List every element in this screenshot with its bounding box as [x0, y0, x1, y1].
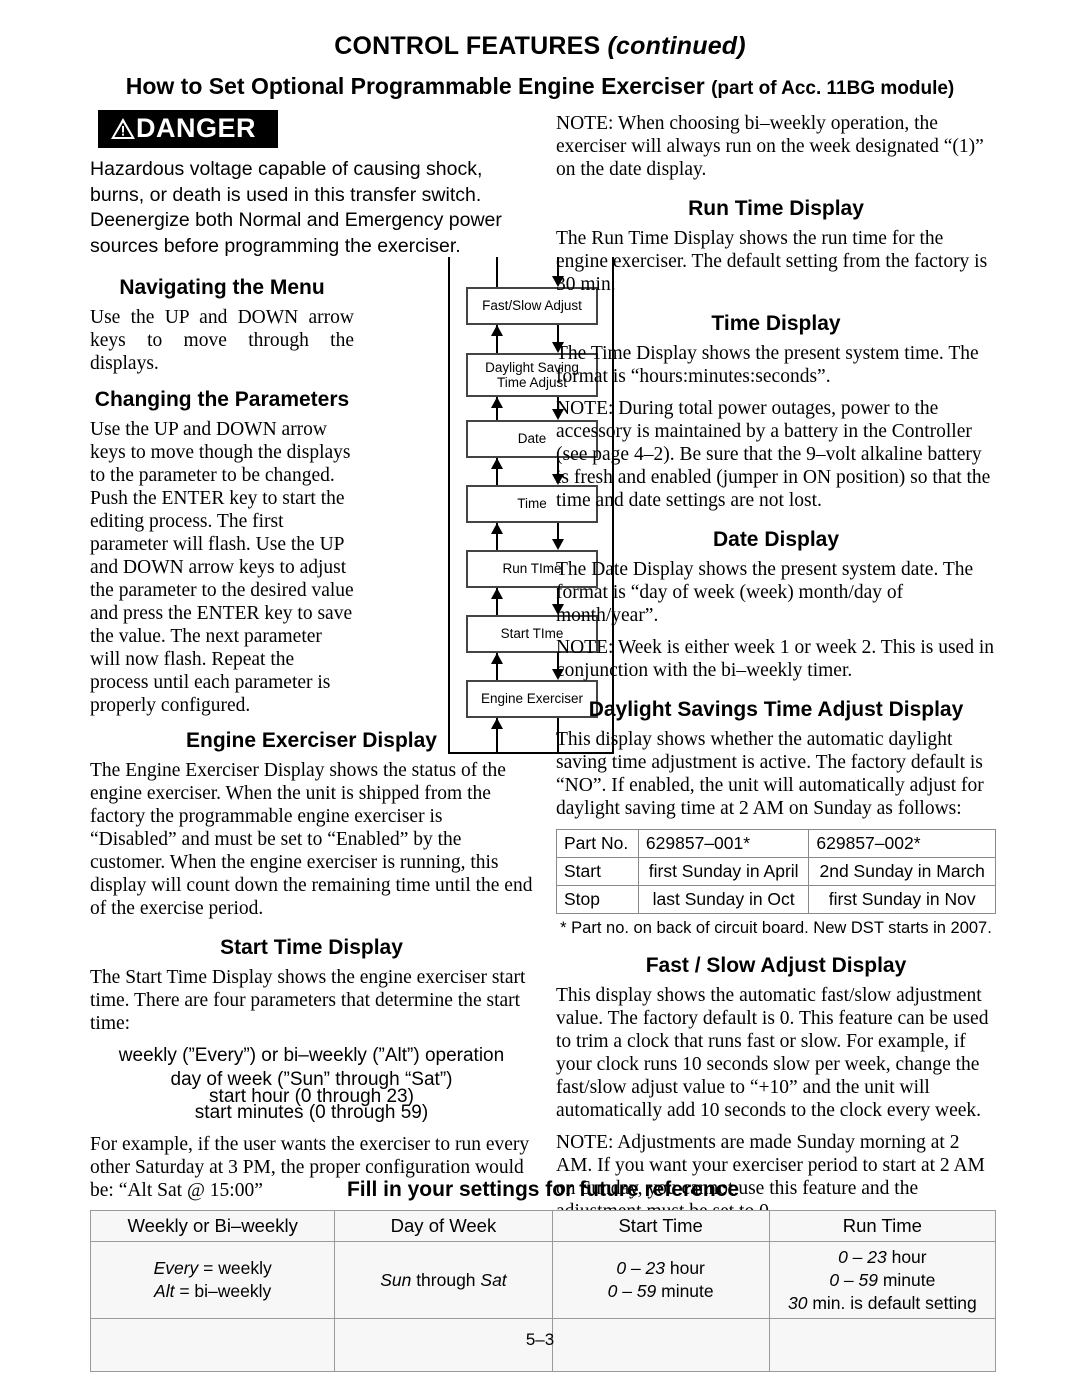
- dst-cell: 629857–002*: [808, 829, 996, 858]
- table-row: Part No. 629857–001* 629857–002*: [556, 829, 996, 858]
- start-time-display-heading: Start Time Display: [220, 935, 403, 959]
- flow-box-label: Run TIme: [502, 561, 562, 577]
- settings-cell-day-of-week: Sun through Sat: [334, 1240, 553, 1320]
- page-title-main: CONTROL FEATURES: [334, 32, 601, 60]
- flow-arrow-up-icon: [491, 588, 503, 599]
- settings-def: min. is default setting: [807, 1292, 977, 1313]
- fast-slow-adjust-body: This display shows the automatic fast/sl…: [556, 985, 989, 1121]
- warning-triangle-icon: [110, 117, 136, 140]
- start-time-display-body: The Start Time Display shows the engine …: [90, 966, 526, 1034]
- settings-cell-run-time: 0 – 23 hour 0 – 59 minute 30 min. is def…: [768, 1240, 997, 1320]
- danger-banner: DANGER: [98, 110, 279, 148]
- dst-cell: last Sunday in Oct: [637, 885, 810, 914]
- settings-column-header: Run Time: [768, 1210, 997, 1242]
- page-title-continued: (continued): [607, 32, 746, 60]
- flow-arrow-up-icon: [491, 458, 503, 469]
- start-time-param-4: start minutes (0 through 59): [194, 1101, 429, 1123]
- flow-arrow-up-icon: [491, 397, 503, 408]
- date-display-body: The Date Display shows the present syste…: [556, 559, 974, 626]
- changing-parameters-heading: Changing the Parameters: [94, 387, 350, 411]
- document-page: CONTROL FEATURES (continued) How to Set …: [0, 0, 1080, 1397]
- run-time-display-body: The Run Time Display shows the run time …: [556, 228, 988, 295]
- settings-term: 30: [788, 1292, 808, 1313]
- table-row: Start first Sunday in April 2nd Sunday i…: [556, 857, 996, 886]
- settings-term: 0 – 59: [607, 1281, 657, 1302]
- page-subtitle: How to Set Optional Programmable Engine …: [0, 61, 1080, 100]
- navigating-heading: Navigating the Menu: [119, 275, 325, 299]
- settings-cell-start-time: 0 – 23 hour 0 – 59 minute: [551, 1240, 770, 1320]
- flow-connector-up: [496, 257, 498, 287]
- dst-row-label: Start: [556, 857, 639, 886]
- dst-row-label: Stop: [556, 885, 639, 914]
- navigating-body: Use the UP and DOWN arrow keys to move t…: [90, 306, 354, 374]
- table-row: Every = weekly Alt = bi–weekly Sun throu…: [89, 1240, 997, 1320]
- flow-box-label: Start TIme: [500, 626, 564, 642]
- settings-def: hour: [665, 1258, 705, 1279]
- page-title: CONTROL FEATURES (continued): [0, 0, 1080, 61]
- right-column: NOTE: When choosing bi–weekly operation,…: [556, 110, 996, 1279]
- table-header-row: Weekly or Bi–weekly Day of Week Start Ti…: [89, 1210, 997, 1242]
- dst-cell: first Sunday in April: [637, 857, 810, 886]
- date-display-heading: Date Display: [712, 528, 840, 551]
- fast-slow-adjust-heading: Fast / Slow Adjust Display: [645, 954, 907, 977]
- settings-def: hour: [886, 1247, 927, 1267]
- changing-parameters-body: Use the UP and DOWN arrow keys to move t…: [90, 418, 354, 716]
- flow-box-label: Time: [517, 496, 547, 512]
- danger-label: DANGER: [136, 113, 257, 143]
- page-subtitle-suffix: (part of Acc. 11BG module): [711, 78, 955, 99]
- time-display-note: NOTE: During total power outages, power …: [556, 398, 991, 511]
- dst-cell: 629857–001*: [637, 829, 810, 858]
- danger-text: Hazardous voltage capable of causing sho…: [90, 158, 502, 258]
- settings-def: = weekly: [198, 1258, 272, 1279]
- settings-cell-weekly: Every = weekly Alt = bi–weekly: [89, 1240, 336, 1320]
- time-display-heading: Time Display: [711, 312, 841, 335]
- fill-in-settings-heading: Fill in your settings for future referen…: [346, 1178, 740, 1201]
- flow-arrow-up-icon: [491, 523, 503, 534]
- left-column: DANGER Hazardous voltage capable of caus…: [90, 110, 614, 1211]
- dst-table: Part No. 629857–001* 629857–002* Start f…: [556, 829, 996, 914]
- settings-def: = bi–weekly: [174, 1281, 272, 1302]
- dst-display-body: This display shows whether the automatic…: [556, 729, 984, 819]
- table-row: Stop last Sunday in Oct first Sunday in …: [556, 885, 996, 914]
- date-display-note: NOTE: Week is either week 1 or week 2. T…: [556, 637, 994, 681]
- left-narrow-text-block: Navigating the Menu Use the UP and DOWN …: [90, 276, 354, 717]
- dst-display-heading: Daylight Savings Time Adjust Display: [588, 698, 964, 721]
- settings-term: Alt: [154, 1281, 175, 1302]
- settings-term: 0 – 23: [616, 1258, 665, 1279]
- page-subtitle-main: How to Set Optional Programmable Engine …: [125, 73, 705, 99]
- settings-def: through: [411, 1269, 481, 1290]
- settings-term: Sun: [380, 1269, 412, 1290]
- page-number: 5–3: [525, 1330, 555, 1349]
- settings-column-header: Day of Week: [334, 1210, 553, 1242]
- dst-row-label: Part No.: [556, 829, 639, 858]
- settings-def: minute: [877, 1269, 936, 1290]
- settings-def: minute: [656, 1281, 714, 1302]
- flow-arrow-up-icon: [491, 718, 503, 729]
- engine-exerciser-display-body: The Engine Exerciser Display shows the s…: [90, 759, 533, 919]
- flow-arrow-up-icon: [491, 653, 503, 664]
- dst-cell: 2nd Sunday in March: [808, 857, 996, 886]
- note-biweekly: NOTE: When choosing bi–weekly operation,…: [556, 113, 984, 180]
- dst-cell: first Sunday in Nov: [808, 885, 996, 914]
- dst-table-footnote: * Part no. on back of circuit board. New…: [560, 919, 992, 937]
- settings-term: 0 – 59: [829, 1269, 878, 1290]
- time-display-body: The Time Display shows the present syste…: [556, 343, 979, 387]
- settings-column-header: Weekly or Bi–weekly: [89, 1210, 336, 1242]
- start-time-param-1: weekly (”Every”) or bi–weekly (”Alt”) op…: [118, 1044, 505, 1066]
- flow-arrow-up-icon: [491, 325, 503, 336]
- flow-box-label: Date: [517, 431, 547, 447]
- run-time-display-heading: Run Time Display: [688, 197, 864, 220]
- settings-term: Every: [153, 1258, 199, 1279]
- settings-term: 0 – 23: [838, 1247, 887, 1267]
- settings-term: Sat: [480, 1269, 507, 1290]
- settings-column-header: Start Time: [551, 1210, 770, 1242]
